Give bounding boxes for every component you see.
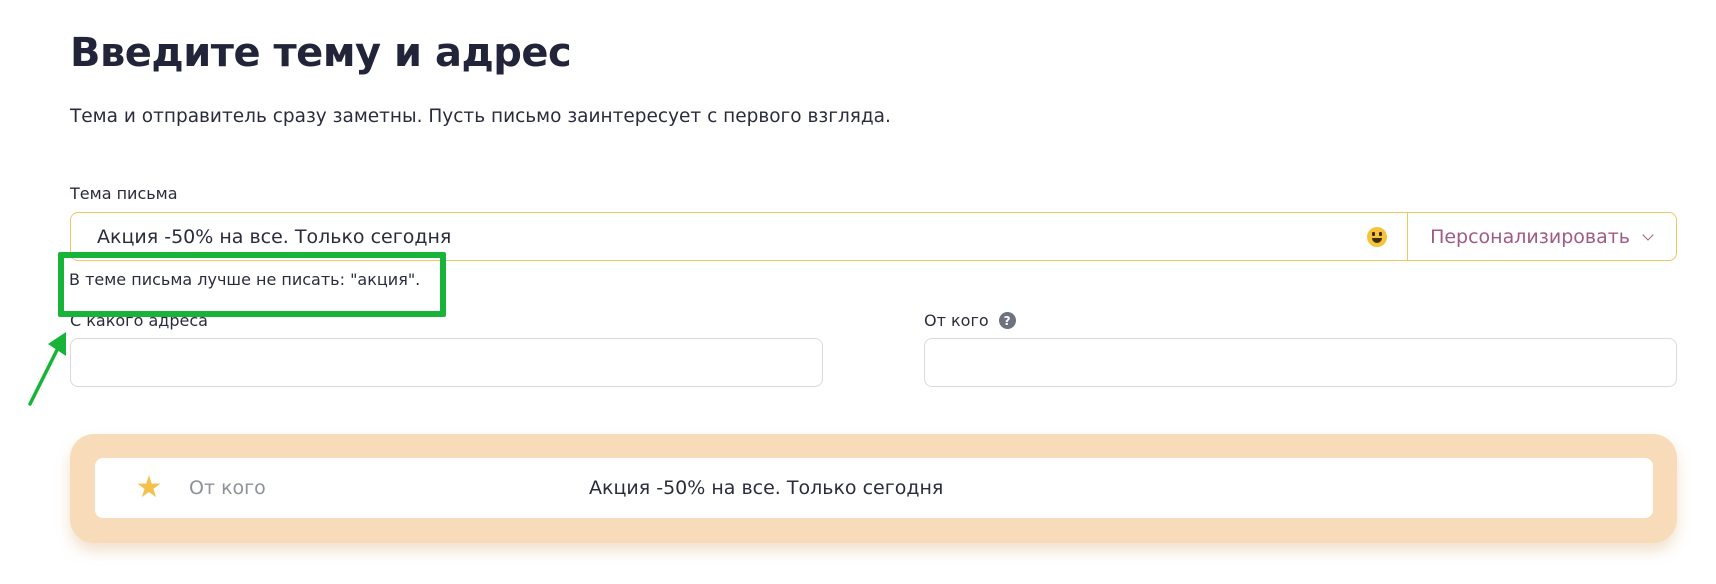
highlight-annotation-box [58,252,446,317]
page-subtitle: Тема и отправитель сразу заметны. Пусть … [70,106,891,127]
from-name-label: От кого [924,311,989,330]
arrow-annotation-icon [28,332,66,406]
subject-input[interactable]: Акция -50% на все. Только сегодня [71,226,1367,248]
subject-label: Тема письма [70,184,178,203]
star-icon: ★ [135,470,163,505]
from-name-label-wrap: От кого ? [924,311,1016,330]
preview-from: От кого [189,477,266,499]
preview-subject: Акция -50% на все. Только сегодня [589,477,944,499]
personalize-label: Персонализировать [1430,225,1630,248]
from-address-input[interactable] [70,338,823,387]
smiley-emoji-icon[interactable] [1367,226,1388,247]
email-preview: ★ От кого Акция -50% на все. Только сего… [70,434,1677,543]
personalize-dropdown[interactable]: Персонализировать [1407,213,1676,260]
from-name-input[interactable] [924,338,1677,387]
help-icon[interactable]: ? [998,312,1016,329]
chevron-down-icon [1642,228,1654,241]
email-preview-card: ★ От кого Акция -50% на все. Только сего… [95,458,1653,518]
page-title: Введите тему и адрес [70,30,572,76]
